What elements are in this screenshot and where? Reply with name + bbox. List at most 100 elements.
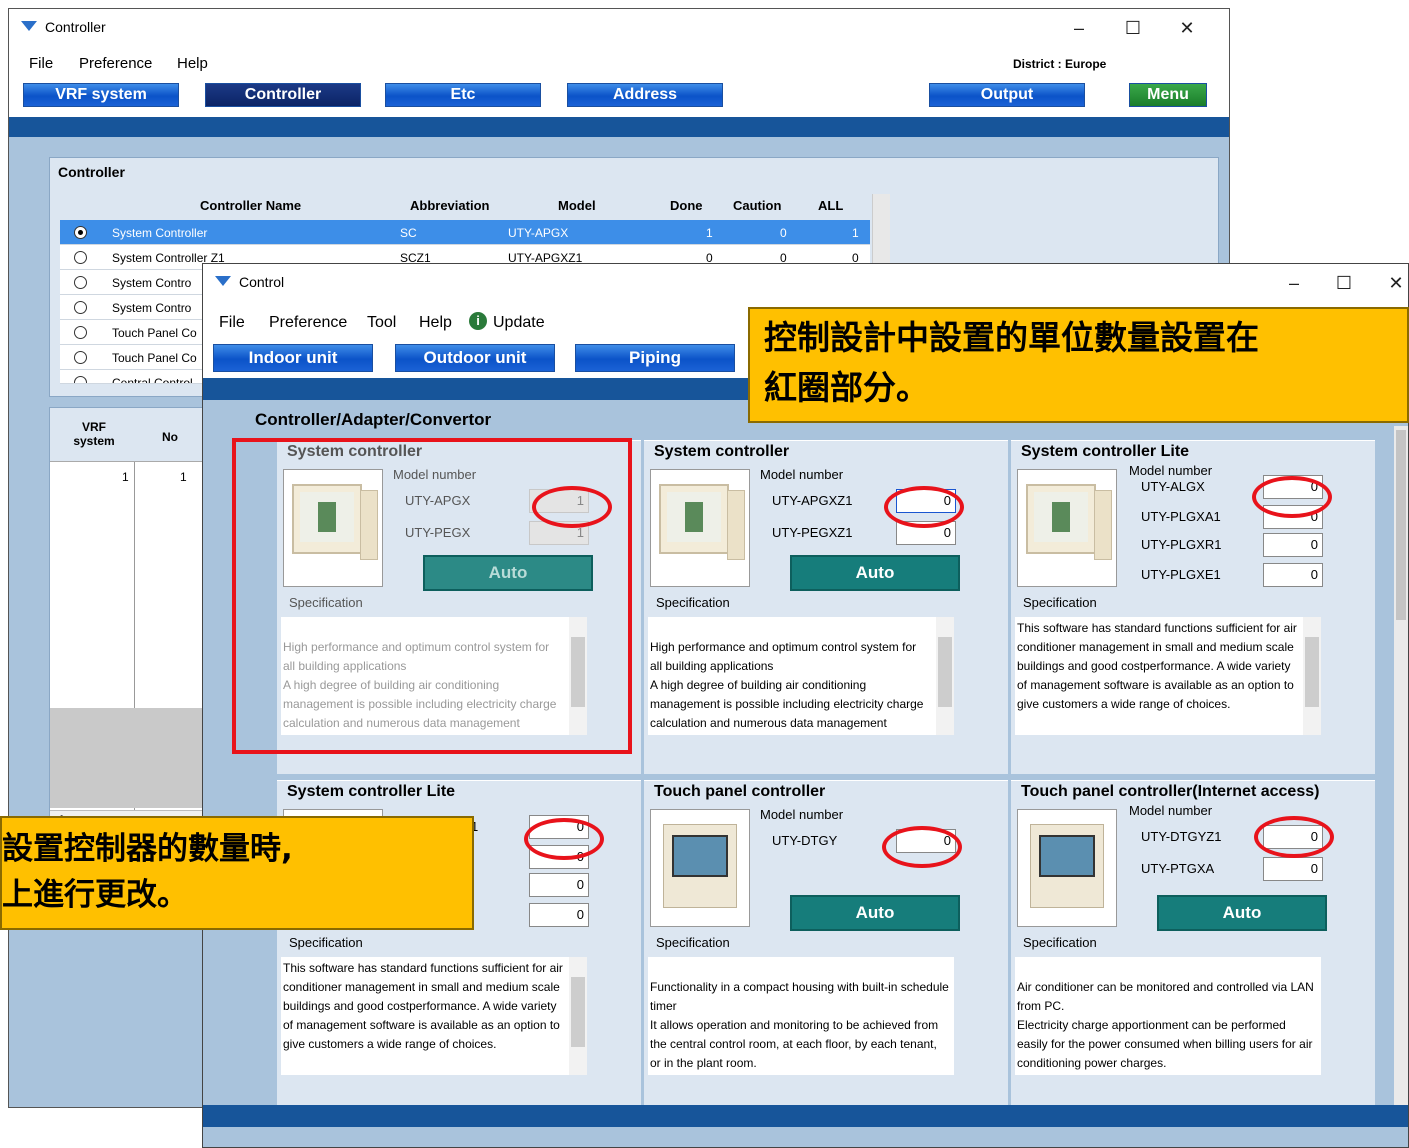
pc-tower-icon: [727, 490, 745, 560]
row-name: System Contro: [112, 301, 192, 315]
description-text: High performance and optimum control sys…: [650, 640, 924, 730]
nav-controller[interactable]: Controller: [205, 83, 361, 107]
row-name: Central Control: [112, 376, 193, 384]
description-scrollbar[interactable]: [936, 617, 954, 735]
card-title: System controller: [654, 443, 790, 460]
menu-file[interactable]: File: [219, 314, 245, 332]
col-done: Done: [670, 198, 703, 213]
model-name: UTY-PLGXR1: [1141, 537, 1222, 552]
system-controller-image: [650, 469, 750, 587]
col-no: No: [162, 430, 178, 444]
close-icon[interactable]: ✕: [1167, 15, 1207, 41]
row-name: Touch Panel Co: [112, 351, 197, 365]
menu-help[interactable]: Help: [419, 314, 452, 332]
row-radio[interactable]: [74, 351, 87, 364]
description-box[interactable]: Air conditioner can be monitored and con…: [1015, 957, 1321, 1075]
red-circle: [1254, 816, 1334, 858]
pc-tower-icon: [1094, 490, 1112, 560]
quantity-field[interactable]: 0: [1263, 857, 1323, 881]
close-icon[interactable]: ✕: [1376, 270, 1409, 296]
specification-label: Specification: [1023, 935, 1097, 950]
card-title: System controller Lite: [1021, 443, 1190, 460]
callout-left: 設置控制器的數量時, 上進行更改。: [0, 816, 474, 930]
district-label: District : Europe: [1013, 57, 1107, 71]
row-model: UTY-APGX: [508, 226, 569, 240]
nav-etc[interactable]: Etc: [385, 83, 541, 107]
model-name: UTY-ALGX: [1141, 479, 1205, 494]
auto-button[interactable]: Auto: [1157, 895, 1327, 931]
row-radio[interactable]: [74, 376, 87, 383]
row-radio[interactable]: [74, 276, 87, 289]
model-name: UTY-DTGYZ1: [1141, 829, 1222, 844]
description-box[interactable]: This software has standard functions suf…: [1015, 617, 1321, 735]
nav-output[interactable]: Output: [929, 83, 1085, 107]
description-scrollbar[interactable]: [569, 957, 587, 1075]
nav-menu[interactable]: Menu: [1129, 83, 1207, 107]
nav-address[interactable]: Address: [567, 83, 723, 107]
quantity-field[interactable]: 0: [529, 873, 589, 897]
card-title: System controller Lite: [287, 783, 456, 800]
menu-preference[interactable]: Preference: [79, 55, 152, 72]
menu-tool[interactable]: Tool: [367, 314, 396, 332]
maximize-icon[interactable]: ☐: [1113, 15, 1153, 41]
specification-label: Specification: [289, 935, 363, 950]
row-radio[interactable]: [74, 301, 87, 314]
header-bar: [9, 117, 1229, 139]
minimize-icon[interactable]: –: [1059, 15, 1099, 41]
info-icon[interactable]: i: [469, 312, 487, 330]
model-name: UTY-APGXZ1: [772, 493, 853, 508]
system-controller-lite-image: [1017, 469, 1117, 587]
scrollbar-thumb[interactable]: [1396, 430, 1406, 620]
table-row[interactable]: System Controller SC UTY-APGX 1 0 1: [60, 220, 870, 245]
row-caution: 0: [780, 226, 787, 240]
menu-help[interactable]: Help: [177, 55, 208, 72]
card-system-controller-z1: System controller Model number UTY-APGXZ…: [644, 440, 1008, 774]
red-circle: [882, 826, 962, 868]
touch-panel-image: [1017, 809, 1117, 927]
section-label: Controller/Adapter/Convertor: [255, 410, 492, 429]
col-abbreviation: Abbreviation: [410, 198, 490, 213]
maximize-icon[interactable]: ☐: [1324, 270, 1364, 296]
callout-top: 控制設計中設置的單位數量設置在 紅圈部分。: [748, 307, 1409, 423]
menu-preference[interactable]: Preference: [269, 314, 347, 332]
description-text: This software has standard functions suf…: [1017, 621, 1297, 711]
app-icon: [215, 276, 231, 286]
app-icon: [21, 21, 37, 31]
model-number-label: Model number: [1129, 463, 1213, 478]
control-titlebar: Control – ☐ ✕: [203, 264, 1408, 300]
col-all: ALL: [818, 198, 844, 213]
menu-file[interactable]: File: [29, 55, 53, 72]
row-name: System Contro: [112, 276, 192, 290]
menu-update[interactable]: Update: [493, 314, 545, 332]
description-box[interactable]: This software has standard functions suf…: [281, 957, 587, 1075]
menu-bar: File Preference Help District : Europe: [9, 51, 1229, 77]
description-text: This software has standard functions suf…: [283, 961, 563, 1051]
quantity-field[interactable]: 0: [1263, 533, 1323, 557]
quantity-field[interactable]: 0: [529, 903, 589, 927]
auto-button[interactable]: Auto: [790, 895, 960, 931]
nav-outdoor-unit[interactable]: Outdoor unit: [395, 344, 555, 372]
row-radio[interactable]: [74, 226, 87, 239]
description-text: Functionality in a compact housing with …: [650, 980, 949, 1070]
row-radio[interactable]: [74, 251, 87, 264]
auto-button[interactable]: Auto: [790, 555, 960, 591]
card-title: Touch panel controller: [654, 783, 826, 800]
row-radio[interactable]: [74, 326, 87, 339]
controller-titlebar: Controller – ☐ ✕: [9, 9, 1229, 45]
monitor-icon: [659, 484, 729, 554]
minimize-icon[interactable]: –: [1274, 270, 1314, 296]
model-number-label: Model number: [1129, 803, 1213, 818]
nav-indoor-unit[interactable]: Indoor unit: [213, 344, 373, 372]
nav-piping[interactable]: Piping: [575, 344, 735, 372]
specification-label: Specification: [656, 595, 730, 610]
description-scrollbar[interactable]: [1303, 617, 1321, 735]
red-circle: [524, 818, 604, 860]
row-no: 1: [180, 470, 187, 484]
window-title: Control: [239, 274, 285, 290]
description-box[interactable]: Functionality in a compact housing with …: [648, 957, 954, 1075]
quantity-field[interactable]: 0: [1263, 563, 1323, 587]
description-box[interactable]: High performance and optimum control sys…: [648, 617, 954, 735]
col-vrf-system: VRF system: [73, 420, 115, 448]
page-scrollbar[interactable]: [1394, 426, 1408, 1106]
nav-vrf-system[interactable]: VRF system: [23, 83, 179, 107]
